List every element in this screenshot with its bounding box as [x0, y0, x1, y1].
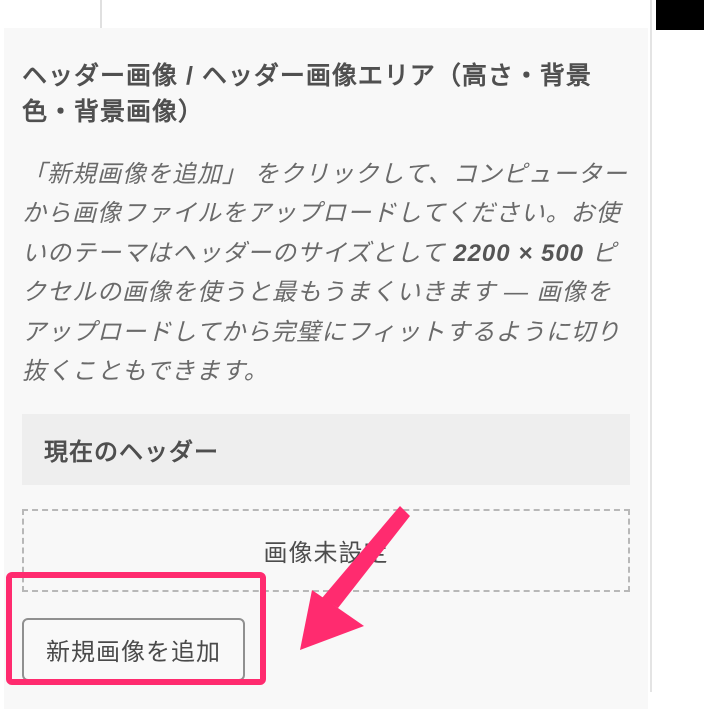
section-description: 「新規画像を追加」 をクリックして、コンピューターから画像ファイルをアップロード…: [22, 155, 630, 393]
recommended-dimensions: 2200 × 500: [453, 240, 584, 267]
divider-top: [100, 0, 102, 28]
corner-block: [656, 0, 704, 30]
image-placeholder[interactable]: 画像未設定: [22, 509, 630, 592]
current-header-subtitle: 現在のヘッダー: [22, 414, 630, 485]
add-new-image-button[interactable]: 新規画像を追加: [22, 618, 245, 681]
section-title: ヘッダー画像 / ヘッダー画像エリア（高さ・背景色・背景画像）: [22, 58, 630, 131]
header-image-settings-panel: ヘッダー画像 / ヘッダー画像エリア（高さ・背景色・背景画像） 「新規画像を追加…: [4, 28, 648, 709]
divider-right: [650, 0, 652, 692]
